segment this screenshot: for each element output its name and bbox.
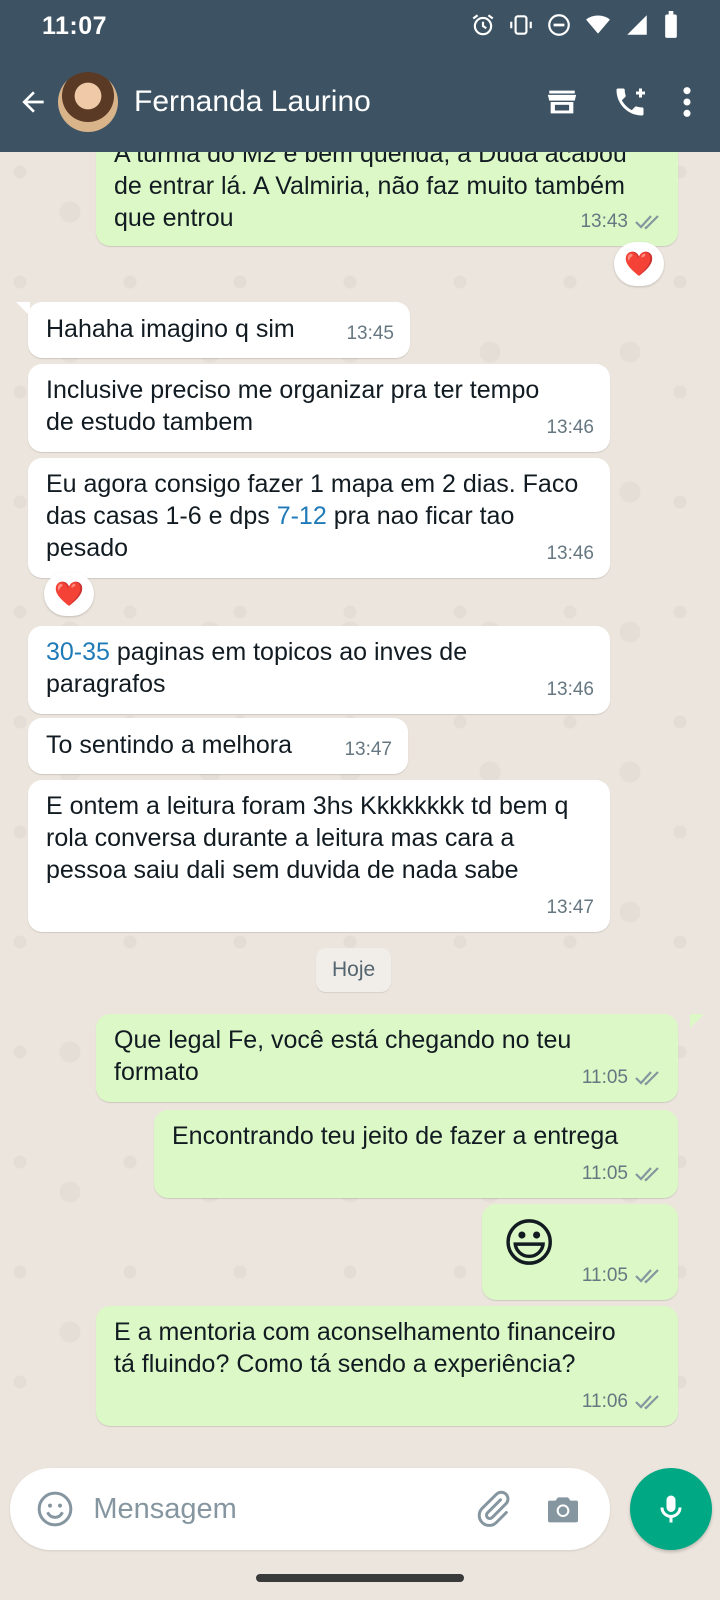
message-meta: 11:05: [582, 1158, 662, 1190]
message-time: 11:05: [581, 1265, 628, 1286]
double-check-icon: [635, 1167, 659, 1182]
app-header: 11:07 Fernanda Laurino: [0, 0, 720, 152]
heart-reaction: ❤️: [54, 580, 84, 608]
message-link[interactable]: 30-35: [46, 638, 110, 666]
add-call-icon[interactable]: [612, 84, 648, 120]
message-time: 13:46: [546, 543, 594, 564]
message-time: 13:45: [346, 323, 394, 344]
store-icon[interactable]: [544, 85, 580, 119]
message-meta: 13:45: [346, 318, 394, 350]
back-button[interactable]: [8, 77, 58, 127]
message-meta: 11:05: [582, 1260, 662, 1292]
message-time: 13:43: [580, 211, 628, 232]
camera-button[interactable]: [540, 1489, 586, 1529]
header-actions: [544, 84, 694, 120]
vibrate-icon: [508, 12, 534, 38]
message-text: Encontrando teu jeito de fazer a entrega: [172, 1122, 619, 1150]
status-time: 11:07: [42, 12, 108, 40]
message-time: 13:47: [546, 897, 594, 918]
contact-avatar[interactable]: [58, 72, 118, 132]
message-link[interactable]: 7-12: [277, 502, 327, 530]
camera-icon: [548, 1497, 579, 1523]
message-bubble[interactable]: E ontem a leitura foram 3hs Kkkkkkkk td …: [28, 780, 610, 932]
message-meta: 13:46: [546, 538, 594, 570]
message-meta: 13:46: [546, 674, 594, 706]
message-time: 13:46: [546, 417, 594, 438]
bubble-tail: [690, 1014, 704, 1028]
chat-header-row: Fernanda Laurino: [0, 68, 720, 136]
message-time: 13:46: [546, 679, 594, 700]
battery-icon: [662, 11, 680, 39]
message-text: Eu agora consigo fazer 1 mapa em 2 dias.…: [46, 468, 592, 564]
message-bubble[interactable]: 😃 11:05: [482, 1204, 678, 1300]
alarm-icon: [470, 12, 496, 38]
message-meta: 11:06: [582, 1386, 662, 1418]
emoji-icon: [37, 1491, 72, 1527]
message-time: 11:05: [581, 1163, 628, 1184]
emoji-button[interactable]: [26, 1489, 83, 1529]
message-bubble[interactable]: Inclusive preciso me organizar pra ter t…: [28, 364, 610, 452]
more-vert-icon[interactable]: [680, 85, 694, 119]
system-nav-bar: [0, 1556, 720, 1600]
message-text: E ontem a leitura foram 3hs Kkkkkkkk td …: [46, 792, 569, 884]
message-input[interactable]: [93, 1492, 471, 1526]
message-bubble[interactable]: 30-35 paginas em topicos ao inves de par…: [28, 626, 610, 714]
message-text: A turma do M2 é bem querida, a Duda acab…: [114, 152, 627, 232]
message-bubble[interactable]: Que legal Fe, você está chegando no teu …: [96, 1014, 678, 1102]
microphone-icon: [660, 1495, 682, 1523]
wifi-icon: [584, 12, 612, 38]
attach-button[interactable]: [470, 1489, 516, 1529]
message-text: To sentindo a melhora: [46, 731, 292, 759]
double-check-icon: [635, 1269, 659, 1284]
message-bubble[interactable]: E a mentoria com aconselhamento financei…: [96, 1306, 678, 1426]
message-meta: 13:47: [546, 892, 594, 924]
reaction-badge[interactable]: ❤️: [614, 242, 664, 286]
message-text: 30-35 paginas em topicos ao inves de par…: [46, 636, 592, 700]
message-meta: 13:47: [344, 734, 392, 766]
message-meta: 13:43: [580, 206, 662, 238]
message-bubble[interactable]: Eu agora consigo fazer 1 mapa em 2 dias.…: [28, 458, 610, 578]
message-text: Hahaha imagino q sim: [46, 315, 295, 343]
status-icons: [470, 10, 680, 40]
mic-button[interactable]: [630, 1468, 712, 1550]
reaction-badge[interactable]: ❤️: [44, 572, 94, 616]
do-not-disturb-icon: [546, 12, 572, 38]
message-bubble[interactable]: Hahaha imagino q sim 13:45: [28, 302, 410, 358]
message-time: 11:06: [581, 1391, 628, 1412]
message-bubble[interactable]: A turma do M2 é bem querida, a Duda acab…: [96, 152, 678, 246]
home-gesture-pill[interactable]: [256, 1574, 464, 1582]
back-arrow-icon: [22, 91, 44, 113]
chat-area[interactable]: A turma do M2 é bem querida, a Duda acab…: [0, 152, 720, 1452]
paperclip-icon: [477, 1490, 510, 1527]
day-separator: Hoje: [316, 948, 392, 992]
message-composer: [10, 1468, 610, 1550]
message-text: E a mentoria com aconselhamento financei…: [114, 1318, 616, 1378]
heart-reaction: ❤️: [624, 250, 654, 278]
message-bubble[interactable]: To sentindo a melhora 13:47: [28, 718, 408, 774]
message-meta: 11:05: [582, 1062, 662, 1094]
double-check-icon: [635, 1395, 659, 1410]
message-bubble[interactable]: Encontrando teu jeito de fazer a entrega…: [154, 1110, 678, 1198]
message-text: Que legal Fe, você está chegando no teu …: [114, 1026, 572, 1086]
contact-name[interactable]: Fernanda Laurino: [134, 85, 544, 119]
signal-icon: [624, 12, 650, 38]
message-text-part: paginas em topicos ao inves de paragrafo…: [46, 638, 468, 698]
double-check-icon: [635, 215, 659, 230]
message-text: Inclusive preciso me organizar pra ter t…: [46, 376, 540, 436]
double-check-icon: [635, 1071, 659, 1086]
message-time: 13:47: [344, 739, 392, 760]
message-meta: 13:46: [546, 412, 594, 444]
message-time: 11:05: [581, 1067, 628, 1088]
